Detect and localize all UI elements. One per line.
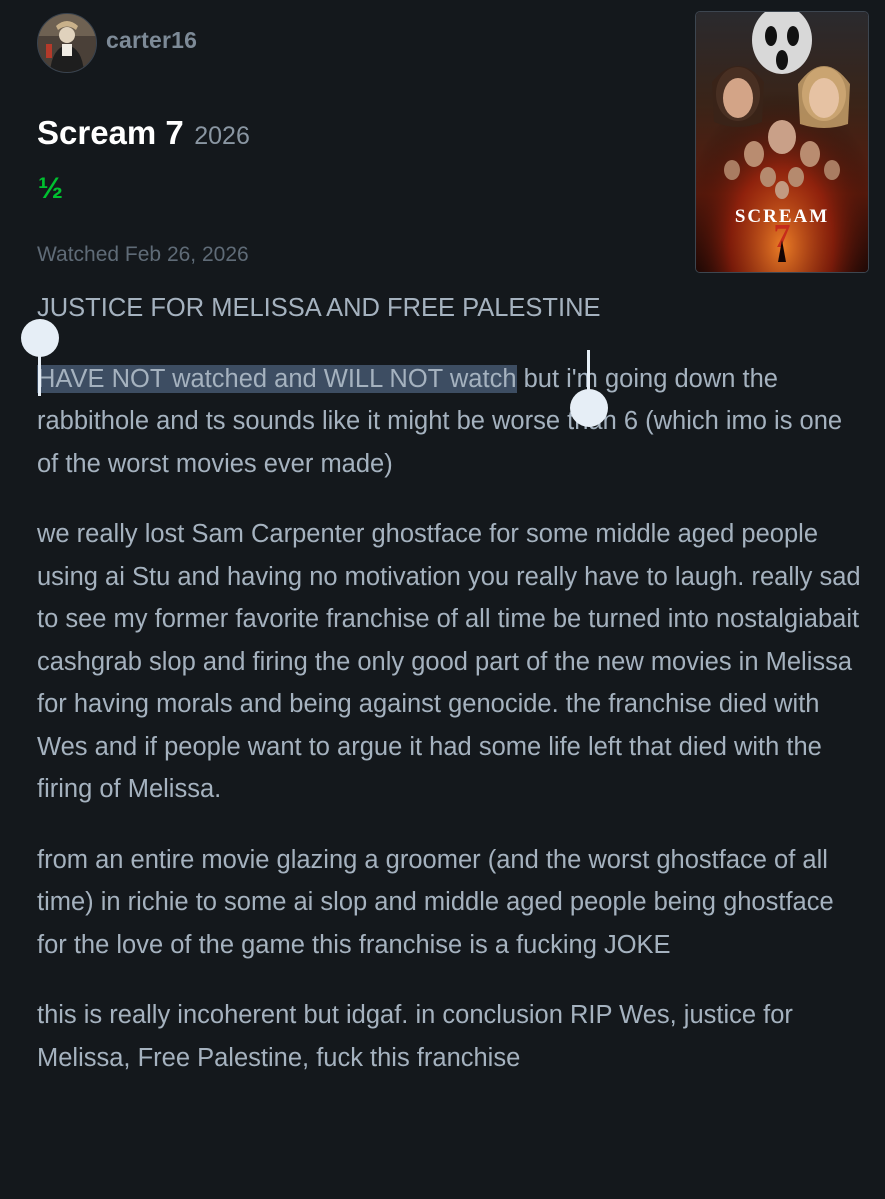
film-poster[interactable]: SCREAM 7 — [695, 11, 869, 273]
review-paragraph: from an entire movie glazing a groomer (… — [37, 845, 834, 959]
film-year[interactable]: 2026 — [194, 122, 250, 150]
selection-start-bar — [38, 352, 41, 396]
avatar-photo-icon — [38, 14, 96, 72]
selection-end-handle[interactable] — [570, 389, 608, 427]
review-paragraph: this is really incoherent but idgaf. in … — [37, 1001, 793, 1072]
review-body[interactable]: JUSTICE FOR MELISSA AND FREE PALESTINE H… — [37, 287, 867, 1107]
selected-text[interactable]: HAVE NOT watched and WILL NOT watch — [37, 364, 517, 393]
film-title[interactable]: Scream 7 — [37, 114, 184, 151]
poster-art-icon: SCREAM 7 — [696, 12, 868, 272]
star-rating: ½ — [38, 172, 64, 205]
selection-start-handle[interactable] — [21, 319, 59, 357]
username[interactable]: carter16 — [106, 27, 197, 54]
user-avatar[interactable] — [37, 13, 97, 73]
selection-end-bar — [587, 350, 590, 394]
watched-date: Watched Feb 26, 2026 — [37, 243, 249, 266]
review-page: carter16 Scream 7 2026 ½ Watched Feb 26,… — [0, 0, 885, 1199]
review-paragraph: we really lost Sam Carpenter ghostface f… — [37, 520, 861, 803]
review-paragraph: JUSTICE FOR MELISSA AND FREE PALESTINE — [37, 294, 601, 322]
film-heading: Scream 7 2026 — [37, 114, 250, 152]
review-paragraph: HAVE NOT watched and WILL NOT watch but … — [37, 358, 867, 486]
